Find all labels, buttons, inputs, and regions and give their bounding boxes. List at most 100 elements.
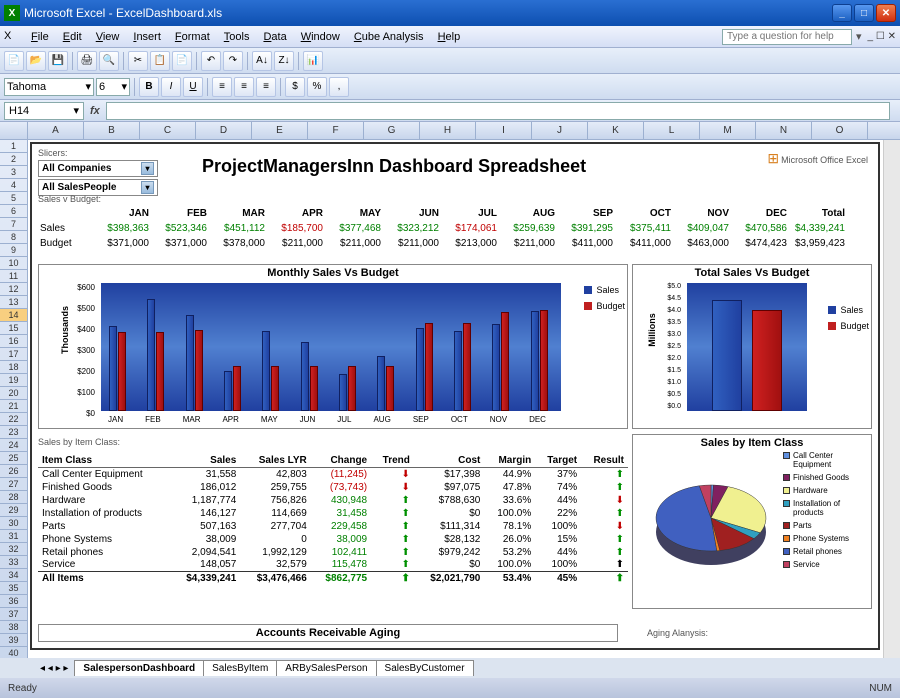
row-header-38[interactable]: 38 [0, 621, 28, 634]
row-header-19[interactable]: 19 [0, 374, 28, 387]
open-button[interactable]: 📂 [26, 51, 46, 71]
row-header-28[interactable]: 28 [0, 491, 28, 504]
cut-button[interactable]: ✂ [128, 51, 148, 71]
menu-file[interactable]: File [24, 29, 56, 45]
underline-button[interactable]: U [183, 77, 203, 97]
col-header-C[interactable]: C [140, 122, 196, 139]
minimize-button[interactable]: _ [832, 4, 852, 22]
col-header-E[interactable]: E [252, 122, 308, 139]
row-header-20[interactable]: 20 [0, 387, 28, 400]
row-header-9[interactable]: 9 [0, 244, 28, 257]
row-header-17[interactable]: 17 [0, 348, 28, 361]
formula-bar[interactable] [106, 102, 890, 120]
row-header-2[interactable]: 2 [0, 153, 28, 166]
row-header-39[interactable]: 39 [0, 634, 28, 647]
currency-button[interactable]: $ [285, 77, 305, 97]
comma-button[interactable]: , [329, 77, 349, 97]
row-header-22[interactable]: 22 [0, 413, 28, 426]
menu-cube-analysis[interactable]: Cube Analysis [347, 29, 431, 45]
col-header-D[interactable]: D [196, 122, 252, 139]
col-header-L[interactable]: L [644, 122, 700, 139]
row-header-29[interactable]: 29 [0, 504, 28, 517]
fx-icon[interactable]: fx [90, 105, 100, 117]
row-header-3[interactable]: 3 [0, 166, 28, 179]
vertical-scrollbar[interactable] [883, 140, 900, 678]
maximize-button[interactable]: □ [854, 4, 874, 22]
col-header-G[interactable]: G [364, 122, 420, 139]
row-header-35[interactable]: 35 [0, 582, 28, 595]
row-header-23[interactable]: 23 [0, 426, 28, 439]
col-header-B[interactable]: B [84, 122, 140, 139]
col-header-J[interactable]: J [532, 122, 588, 139]
col-header-I[interactable]: I [476, 122, 532, 139]
row-header-15[interactable]: 15 [0, 322, 28, 335]
menu-edit[interactable]: Edit [56, 29, 89, 45]
copy-button[interactable]: 📋 [150, 51, 170, 71]
row-header-32[interactable]: 32 [0, 543, 28, 556]
col-header-A[interactable]: A [28, 122, 84, 139]
menu-format[interactable]: Format [168, 29, 217, 45]
new-button[interactable]: 📄 [4, 51, 24, 71]
sheet-tab-SalespersonDashboard[interactable]: SalespersonDashboard [74, 660, 204, 676]
italic-button[interactable]: I [161, 77, 181, 97]
sort-desc-button[interactable]: Z↓ [274, 51, 294, 71]
row-header-25[interactable]: 25 [0, 452, 28, 465]
sheet-body[interactable]: Slicers: All Companies▾ All SalesPeople▾… [28, 140, 882, 678]
row-header-10[interactable]: 10 [0, 257, 28, 270]
row-header-8[interactable]: 8 [0, 231, 28, 244]
select-all-corner[interactable] [0, 122, 28, 139]
row-header-34[interactable]: 34 [0, 569, 28, 582]
sort-asc-button[interactable]: A↓ [252, 51, 272, 71]
row-header-11[interactable]: 11 [0, 270, 28, 283]
bold-button[interactable]: B [139, 77, 159, 97]
row-header-5[interactable]: 5 [0, 192, 28, 205]
row-header-31[interactable]: 31 [0, 530, 28, 543]
print-button[interactable]: 🖨 [77, 51, 97, 71]
row-header-24[interactable]: 24 [0, 439, 28, 452]
sheet-tab-SalesByItem[interactable]: SalesByItem [203, 660, 277, 676]
row-header-26[interactable]: 26 [0, 465, 28, 478]
col-header-N[interactable]: N [756, 122, 812, 139]
row-header-4[interactable]: 4 [0, 179, 28, 192]
font-size-selector[interactable]: 6▾ [96, 78, 130, 96]
col-header-F[interactable]: F [308, 122, 364, 139]
row-header-14[interactable]: 14 [0, 309, 28, 322]
row-header-30[interactable]: 30 [0, 517, 28, 530]
paste-button[interactable]: 📄 [172, 51, 192, 71]
preview-button[interactable]: 🔍 [99, 51, 119, 71]
name-box[interactable]: H14▾ [4, 102, 84, 120]
row-header-7[interactable]: 7 [0, 218, 28, 231]
menu-help[interactable]: Help [431, 29, 468, 45]
col-header-M[interactable]: M [700, 122, 756, 139]
menu-insert[interactable]: Insert [126, 29, 168, 45]
col-header-O[interactable]: O [812, 122, 868, 139]
row-header-13[interactable]: 13 [0, 296, 28, 309]
align-center-button[interactable]: ≡ [234, 77, 254, 97]
row-header-36[interactable]: 36 [0, 595, 28, 608]
menu-data[interactable]: Data [256, 29, 293, 45]
col-header-H[interactable]: H [420, 122, 476, 139]
col-header-K[interactable]: K [588, 122, 644, 139]
menu-window[interactable]: Window [294, 29, 347, 45]
row-header-16[interactable]: 16 [0, 335, 28, 348]
menu-tools[interactable]: Tools [217, 29, 257, 45]
row-header-27[interactable]: 27 [0, 478, 28, 491]
redo-button[interactable]: ↷ [223, 51, 243, 71]
align-right-button[interactable]: ≡ [256, 77, 276, 97]
row-header-21[interactable]: 21 [0, 400, 28, 413]
help-search-input[interactable] [722, 29, 852, 45]
align-left-button[interactable]: ≡ [212, 77, 232, 97]
close-button[interactable]: ✕ [876, 4, 896, 22]
row-header-33[interactable]: 33 [0, 556, 28, 569]
row-header-12[interactable]: 12 [0, 283, 28, 296]
save-button[interactable]: 💾 [48, 51, 68, 71]
undo-button[interactable]: ↶ [201, 51, 221, 71]
row-header-1[interactable]: 1 [0, 140, 28, 153]
company-dropdown[interactable]: All Companies▾ [38, 160, 158, 177]
row-header-37[interactable]: 37 [0, 608, 28, 621]
row-header-6[interactable]: 6 [0, 205, 28, 218]
font-selector[interactable]: Tahoma▾ [4, 78, 94, 96]
sheet-tab-ARBySalesPerson[interactable]: ARBySalesPerson [276, 660, 376, 676]
menu-view[interactable]: View [89, 29, 127, 45]
chart-button[interactable]: 📊 [303, 51, 323, 71]
